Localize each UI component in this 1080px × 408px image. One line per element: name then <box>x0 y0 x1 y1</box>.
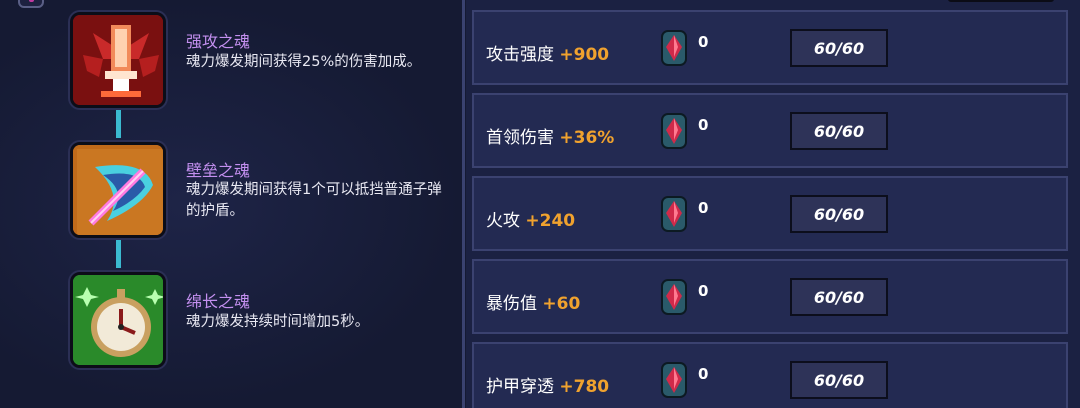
level-progress[interactable]: 60/60 <box>790 278 888 316</box>
level-progress[interactable]: 60/60 <box>790 361 888 399</box>
gem-count: 0 <box>698 199 709 217</box>
level-progress[interactable]: 60/60 <box>790 195 888 233</box>
panel-divider <box>462 0 465 408</box>
stat-label: 首领伤害 +36% <box>486 128 615 148</box>
skill-name: 壁垒之魂 <box>186 161 251 180</box>
skill-connector <box>116 108 121 138</box>
level-progress[interactable]: 60/60 <box>790 29 888 67</box>
stat-label: 攻击强度 +900 <box>486 45 610 65</box>
skill-description: 魂力爆发期间获得25%的伤害加成。 <box>186 54 422 70</box>
gem-icon <box>661 362 687 398</box>
stat-bonus: +60 <box>542 294 581 314</box>
stat-bonus: +240 <box>525 211 576 231</box>
stat-bonus: +780 <box>559 377 610 397</box>
skill-name: 强攻之魂 <box>186 32 251 51</box>
stat-label: 火攻 +240 <box>486 211 576 231</box>
gem-count: 0 <box>698 365 709 383</box>
sword-icon[interactable] <box>70 12 166 108</box>
stat-label: 护甲穿透 +780 <box>486 377 610 397</box>
stat-row: 暴伤值 +60 0 60/60 <box>472 259 1068 334</box>
skill-connector <box>116 238 121 268</box>
stat-row: 火攻 +240 0 60/60 <box>472 176 1068 251</box>
skill-name: 绵长之魂 <box>186 292 251 311</box>
gem-icon <box>661 279 687 315</box>
stat-bonus: +36% <box>559 128 615 148</box>
stat-row: 护甲穿透 +780 0 60/60 <box>472 342 1068 408</box>
gem-count: 0 <box>698 116 709 134</box>
stat-row: 攻击强度 +900 0 60/60 <box>472 10 1068 85</box>
skill-description: 魂力爆发持续时间增加5秒。 <box>186 314 370 330</box>
top-badge-icon <box>18 0 44 8</box>
stat-bonus: +900 <box>559 45 610 65</box>
gem-count: 0 <box>698 33 709 51</box>
skill-description: 魂力爆发期间获得1个可以抵挡普通子弹的护盾。 <box>186 182 442 219</box>
stopwatch-icon[interactable] <box>70 272 166 368</box>
gem-icon <box>661 30 687 66</box>
stat-label: 暴伤值 +60 <box>486 294 581 314</box>
level-progress[interactable]: 60/60 <box>790 112 888 150</box>
shield-icon[interactable] <box>70 142 166 238</box>
stat-row: 首领伤害 +36% 0 60/60 <box>472 93 1068 168</box>
gem-icon <box>661 196 687 232</box>
gem-icon <box>661 113 687 149</box>
gem-count: 0 <box>698 282 709 300</box>
top-tab[interactable] <box>948 0 1054 2</box>
